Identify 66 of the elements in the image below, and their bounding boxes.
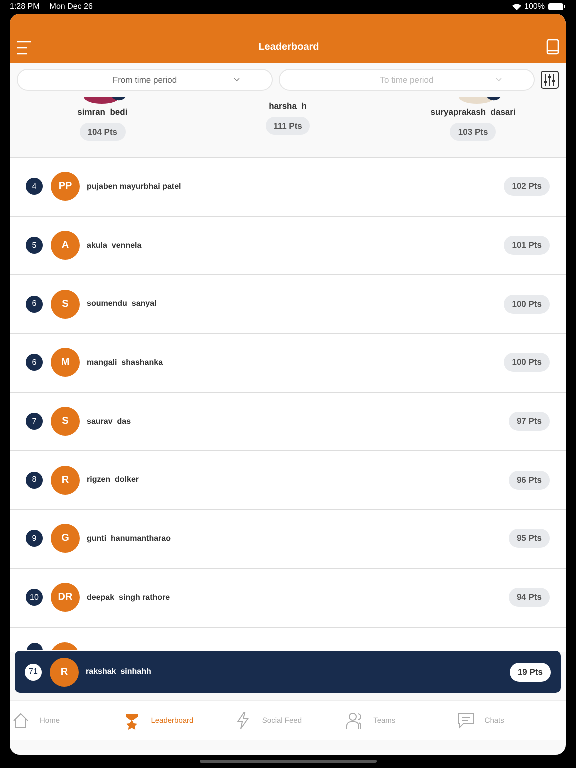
player-name: akula vennela — [87, 240, 143, 252]
avatar-initials: S — [51, 407, 80, 436]
leaderboard-row[interactable]: 6 S soumendu sanyal 100 Pts — [10, 275, 566, 334]
player-name: pujaben mayurbhai patel — [87, 180, 182, 193]
points-badge: 101 Pts — [504, 236, 550, 256]
rank-badge: 7 — [26, 413, 43, 430]
avatar-initials: G — [51, 524, 80, 554]
player-name: soumendu sanyal — [87, 298, 158, 310]
rank-badge: 6 — [26, 354, 43, 372]
player-name: rigzen dolker — [87, 474, 140, 486]
rank-badge: 9 — [26, 530, 43, 548]
points-badge: 96 Pts — [508, 470, 550, 490]
avatar-edge-drawing — [456, 97, 501, 104]
points-badge: 97 Pts — [508, 412, 550, 432]
home-icon — [12, 712, 30, 730]
points-badge: 102 Pts — [504, 177, 550, 196]
avatar-edge-drawing — [82, 97, 126, 104]
filter-sliders-icon[interactable] — [541, 71, 559, 89]
player-name: harsha h — [269, 100, 307, 113]
points-badge: 104 Pts — [80, 122, 126, 141]
people-icon — [346, 712, 364, 730]
leaderboard-row[interactable]: 9 G gunti hanumantharao 95 Pts — [10, 510, 566, 569]
player-name: gunti hanumantharao — [87, 532, 172, 545]
points-badge: 19 Pts — [510, 662, 551, 682]
time-period-dropdown[interactable]: From time period — [17, 69, 273, 91]
chat-icon — [456, 712, 475, 730]
avatar-initials: A — [51, 231, 80, 260]
player-name: rakshak sinhahh — [86, 666, 152, 678]
rank-badge: 4 — [26, 178, 43, 196]
points-badge: 100 Pts — [504, 353, 550, 372]
header-title: Leaderboard — [258, 41, 320, 55]
rank-badge: 10 — [26, 589, 43, 606]
rank-badge: 6 — [26, 296, 43, 313]
rank-badge: 71 — [25, 664, 42, 680]
avatar-initials: S — [51, 290, 80, 319]
battery-icon — [548, 3, 566, 11]
menu-icon[interactable] — [16, 41, 32, 55]
leaderboard-row[interactable]: 4 PP pujaben mayurbhai patel 102 Pts — [10, 158, 566, 217]
points-badge: 100 Pts — [504, 294, 550, 314]
rank-badge: 5 — [26, 237, 43, 254]
player-name: saurav das — [87, 416, 132, 428]
points-badge: 103 Pts — [450, 122, 496, 141]
player-name: simran bedi — [78, 106, 128, 119]
player-name: mangali shashanka — [87, 356, 164, 369]
points-badge: 111 Pts — [266, 116, 310, 135]
rank-badge: 8 — [26, 472, 43, 489]
avatar-initials: R — [50, 658, 79, 686]
leaderboard-row[interactable]: 7 S saurav das 97 Pts — [10, 392, 566, 452]
status-date: Mon Dec 26 — [50, 1, 93, 13]
points-badge: 94 Pts — [508, 588, 550, 608]
chevron-down-icon — [234, 78, 240, 82]
player-name: suryaprakash dasari — [430, 106, 516, 119]
status-time: 1:28 PM — [10, 1, 40, 13]
leaderboard-row[interactable]: 8 R rigzen dolker 96 Pts — [10, 451, 566, 510]
book-icon[interactable] — [546, 39, 560, 55]
avatar-initials: M — [51, 348, 80, 378]
player-name: deepak singh rathore — [87, 592, 172, 604]
wifi-icon — [512, 3, 522, 11]
leaderboard-row[interactable]: 6 M mangali shashanka 100 Pts — [10, 334, 566, 393]
battery-percent: 100% — [524, 1, 545, 13]
avatar-initials: DR — [51, 583, 80, 612]
chevron-down-icon — [496, 78, 502, 82]
avatar-initials: R — [51, 466, 80, 495]
points-badge: 95 Pts — [508, 529, 550, 548]
avatar-initials: PP — [51, 172, 80, 202]
leaderboard-row[interactable]: 5 A akula vennela 101 Pts — [10, 216, 566, 276]
